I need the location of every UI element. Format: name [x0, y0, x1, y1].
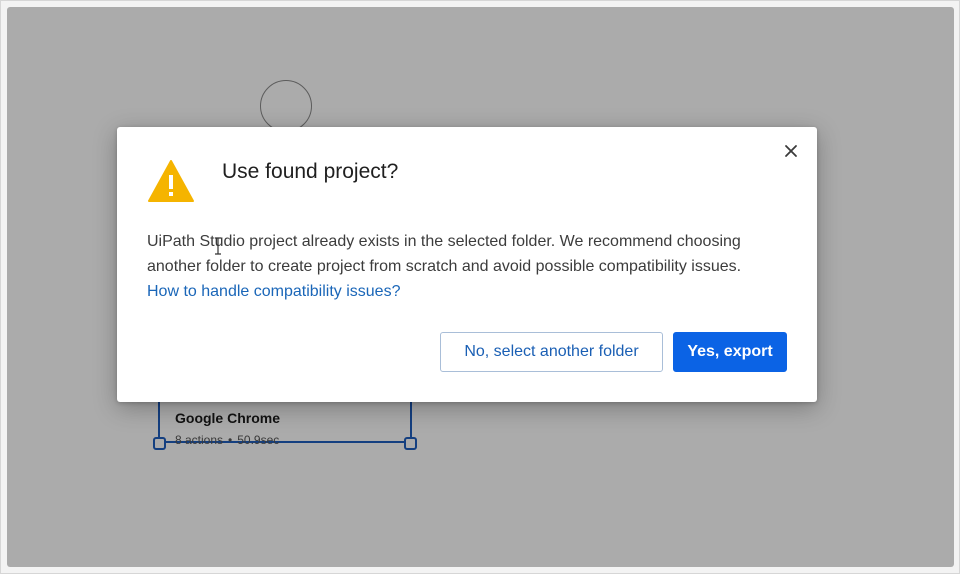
compatibility-help-link[interactable]: How to handle compatibility issues?	[147, 283, 400, 300]
text-cursor-icon	[215, 237, 221, 255]
dialog-message: UiPath Studio project already exists in …	[147, 229, 747, 304]
select-another-folder-button[interactable]: No, select another folder	[440, 332, 663, 372]
warning-triangle-icon	[148, 160, 194, 202]
use-found-project-dialog: Use found project? UiPath Studio project…	[117, 127, 817, 402]
dialog-message-text: UiPath Studio project already exists in …	[147, 233, 742, 275]
yes-export-button[interactable]: Yes, export	[673, 332, 787, 372]
close-button[interactable]	[779, 139, 803, 163]
dialog-title: Use found project?	[222, 160, 399, 183]
close-icon	[785, 145, 797, 157]
